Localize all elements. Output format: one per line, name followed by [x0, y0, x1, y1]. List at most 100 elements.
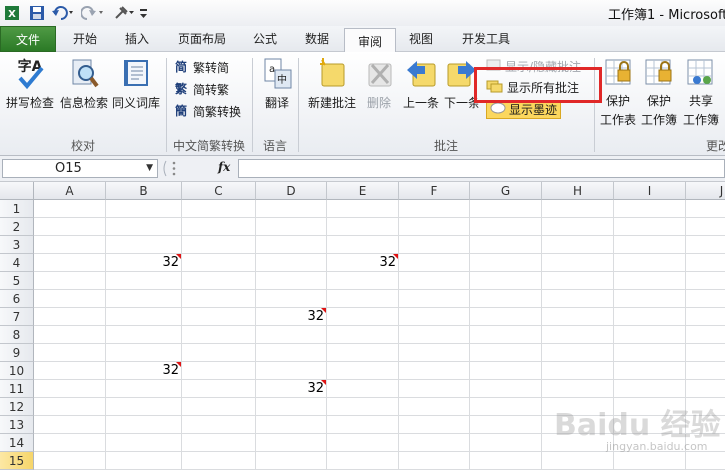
- translate-icon: a中: [264, 58, 292, 89]
- name-box-dropdown-icon[interactable]: ▼: [146, 160, 153, 177]
- svg-text:繁: 繁: [175, 81, 188, 96]
- share-workbook-button[interactable]: 共享 工作簿: [680, 56, 722, 128]
- protect-workbook-button[interactable]: 保护 工作簿: [638, 56, 680, 128]
- tab-view[interactable]: 视图: [398, 26, 444, 52]
- research-icon: [72, 59, 99, 88]
- tab-home[interactable]: 开始: [62, 26, 108, 52]
- new-comment-icon: [320, 58, 345, 87]
- svg-text:X: X: [8, 9, 16, 20]
- gridline: [181, 200, 182, 470]
- gridline: [398, 200, 399, 470]
- comment-indicator-icon[interactable]: [321, 308, 326, 313]
- gridline: [34, 235, 725, 236]
- column-header[interactable]: J: [686, 182, 725, 200]
- insert-function-button[interactable]: fx: [218, 160, 230, 174]
- translate-label: 翻译: [264, 96, 289, 110]
- comment-indicator-icon[interactable]: [393, 254, 398, 259]
- name-box[interactable]: O15 ▼: [2, 159, 158, 178]
- to-simplified-button[interactable]: 简 繁转简: [174, 58, 229, 77]
- delete-comment-button[interactable]: 删除: [360, 56, 398, 111]
- simp-trad-convert-button[interactable]: 簡 简繁转换: [174, 102, 241, 121]
- select-all-corner[interactable]: [0, 182, 34, 200]
- tab-data[interactable]: 数据: [294, 26, 340, 52]
- research-button[interactable]: 信息检索: [58, 56, 110, 111]
- cell-value[interactable]: 32: [256, 308, 324, 326]
- column-header[interactable]: A: [34, 182, 106, 200]
- formula-tools: fx: [162, 159, 238, 178]
- gridline: [469, 200, 470, 470]
- comment-indicator-icon[interactable]: [176, 362, 181, 367]
- cell-value[interactable]: 32: [106, 254, 179, 272]
- protect-sheet-button[interactable]: 保护 工作表: [598, 56, 638, 128]
- to-simplified-icon: 简: [174, 58, 190, 77]
- share-workbook-icon: [687, 59, 713, 85]
- row-header[interactable]: 2: [0, 218, 34, 236]
- gridline: [34, 289, 725, 290]
- tab-page-layout[interactable]: 页面布局: [168, 26, 236, 52]
- redo-icon[interactable]: [80, 4, 106, 21]
- row-header[interactable]: 8: [0, 326, 34, 344]
- to-traditional-icon: 繁: [174, 80, 190, 99]
- to-traditional-button[interactable]: 繁 简转繁: [174, 80, 229, 99]
- row-header[interactable]: 13: [0, 416, 34, 434]
- tab-file[interactable]: 文件: [0, 26, 56, 52]
- previous-comment-button[interactable]: 上一条: [400, 56, 442, 111]
- column-header[interactable]: G: [470, 182, 542, 200]
- row-header[interactable]: 3: [0, 236, 34, 254]
- ribbon-tab-bar: 文件 开始 插入 页面布局 公式 数据 审阅 视图 开发工具: [0, 26, 725, 53]
- column-header[interactable]: I: [614, 182, 686, 200]
- simp-trad-convert-icon: 簡: [174, 102, 190, 121]
- spell-check-button[interactable]: 字A 拼写检查: [2, 56, 58, 111]
- formula-input[interactable]: [238, 159, 725, 178]
- row-header[interactable]: 6: [0, 290, 34, 308]
- row-header[interactable]: 5: [0, 272, 34, 290]
- comment-indicator-icon[interactable]: [176, 254, 181, 259]
- group-label-changes: 更改: [706, 139, 725, 153]
- formula-bar: O15 ▼ fx: [0, 156, 725, 182]
- to-simplified-label: 繁转简: [193, 61, 230, 75]
- row-header[interactable]: 14: [0, 434, 34, 452]
- row-header[interactable]: 12: [0, 398, 34, 416]
- tab-insert[interactable]: 插入: [114, 26, 160, 52]
- show-ink-icon: [490, 101, 506, 118]
- new-comment-button[interactable]: 新建批注: [304, 56, 360, 111]
- thesaurus-button[interactable]: 同义词库: [110, 56, 162, 111]
- row-header[interactable]: 9: [0, 344, 34, 362]
- save-icon[interactable]: [28, 4, 46, 21]
- svg-text:中: 中: [277, 73, 287, 86]
- column-header[interactable]: D: [256, 182, 327, 200]
- customize-tool-icon[interactable]: [112, 4, 136, 21]
- protect-workbook-label-line2: 工作簿: [640, 113, 677, 127]
- qat-dropdown-icon[interactable]: [138, 4, 150, 21]
- row-header[interactable]: 1: [0, 200, 34, 218]
- title-bar: X 工作簿1 - Microsoft: [0, 0, 725, 26]
- excel-icon[interactable]: X: [3, 4, 21, 21]
- protect-sheet-label-line2: 工作表: [599, 113, 636, 127]
- tab-formulas[interactable]: 公式: [242, 26, 288, 52]
- row-header[interactable]: 7: [0, 308, 34, 326]
- svg-text:a: a: [269, 64, 275, 75]
- share-workbook-label-line2: 工作簿: [682, 113, 719, 127]
- gridline: [34, 397, 725, 398]
- group-label-language: 语言: [262, 139, 287, 153]
- cell-value[interactable]: 32: [256, 380, 324, 398]
- column-header[interactable]: C: [182, 182, 256, 200]
- svg-text:简: 简: [175, 59, 187, 74]
- column-header[interactable]: F: [399, 182, 470, 200]
- comment-indicator-icon[interactable]: [321, 380, 326, 385]
- row-header[interactable]: 10: [0, 362, 34, 380]
- row-header[interactable]: 4: [0, 254, 34, 272]
- new-comment-label: 新建批注: [307, 96, 356, 110]
- row-header[interactable]: 11: [0, 380, 34, 398]
- tab-review[interactable]: 审阅: [344, 28, 396, 53]
- row-header[interactable]: 15: [0, 452, 34, 470]
- gridline: [105, 200, 106, 470]
- column-header[interactable]: B: [106, 182, 182, 200]
- column-header[interactable]: E: [327, 182, 399, 200]
- column-header[interactable]: H: [542, 182, 614, 200]
- tab-developer[interactable]: 开发工具: [450, 26, 522, 52]
- translate-button[interactable]: a中 翻译: [256, 56, 298, 111]
- undo-icon[interactable]: [50, 4, 76, 21]
- cell-value[interactable]: 32: [106, 362, 179, 380]
- cell-value[interactable]: 32: [327, 254, 396, 272]
